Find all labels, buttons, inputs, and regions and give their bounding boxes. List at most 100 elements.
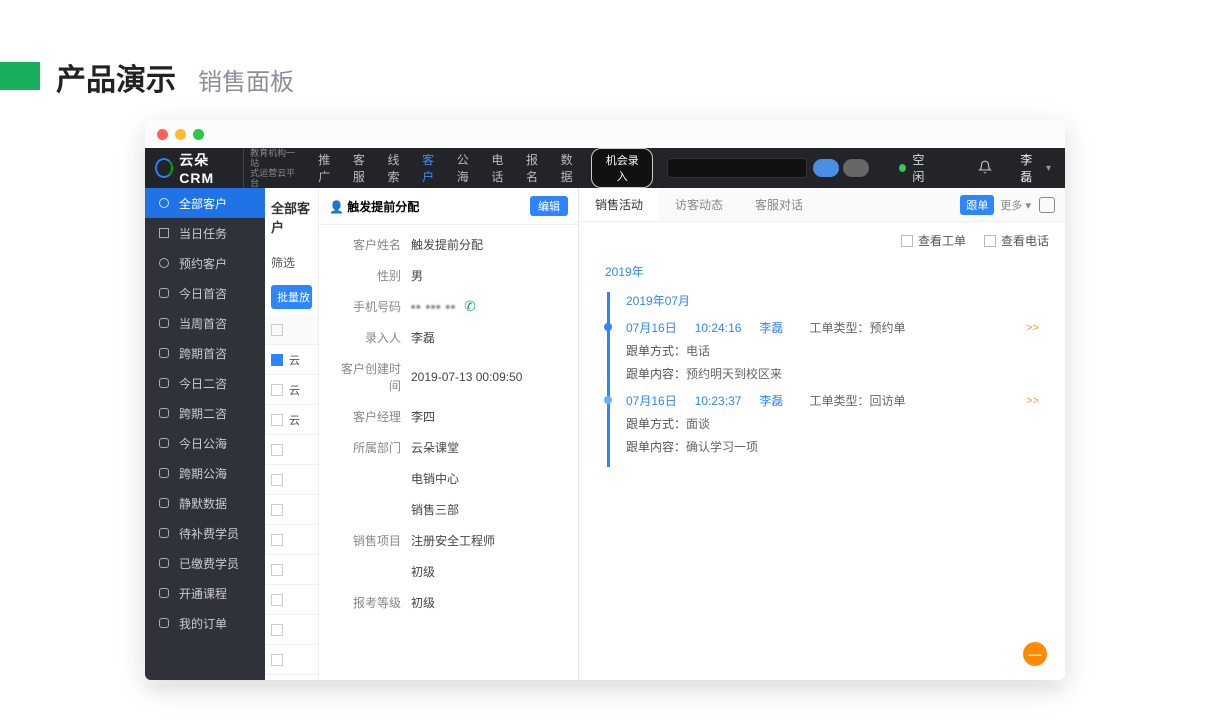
- window-maximize-icon[interactable]: [193, 129, 204, 140]
- list-item[interactable]: [265, 495, 318, 525]
- sidebar-item-open[interactable]: 开通课程: [145, 578, 265, 608]
- sidebar-item-orders[interactable]: 我的订单: [145, 608, 265, 638]
- tab-chat[interactable]: 客服对话: [739, 188, 819, 221]
- bell-icon[interactable]: [978, 160, 992, 177]
- entry-date: 07月16日: [626, 392, 677, 409]
- sidebar-item-cross-second[interactable]: 跨期二咨: [145, 398, 265, 428]
- logo-subtitle: 教育机构一站式运营云平台: [243, 148, 298, 188]
- sidebar-item-all[interactable]: 全部客户: [145, 188, 265, 218]
- sidebar-item-paid[interactable]: 已缴费学员: [145, 548, 265, 578]
- label-gender: 性别: [331, 267, 401, 284]
- window-reflection: [145, 684, 1065, 696]
- filter-calls[interactable]: 查看电话: [984, 232, 1049, 249]
- checkbox-icon: [984, 235, 996, 247]
- nav-leads[interactable]: 线索: [387, 151, 408, 185]
- tab-sales[interactable]: 销售活动: [579, 188, 659, 221]
- current-user[interactable]: 李磊: [1020, 151, 1042, 185]
- list-item[interactable]: [265, 555, 318, 585]
- call-dial-icon[interactable]: [813, 159, 839, 177]
- entry-expand[interactable]: >>: [1026, 322, 1039, 334]
- entry-user: 李磊: [759, 319, 783, 336]
- nav-phone[interactable]: 电话: [491, 151, 512, 185]
- nav-enroll[interactable]: 报名: [526, 151, 547, 185]
- app-body: 全部客户 当日任务 预约客户 今日首咨 当周首咨 跨期首咨 今日二咨 跨期二咨 …: [145, 188, 1065, 680]
- list-item[interactable]: [265, 435, 318, 465]
- list-item[interactable]: [265, 645, 318, 675]
- search-input[interactable]: [667, 158, 807, 178]
- nav-pool[interactable]: 公海: [457, 151, 478, 185]
- more-dropdown[interactable]: 更多 ▾: [1000, 197, 1031, 213]
- label-create: 客户创建时间: [331, 360, 401, 394]
- timeline-year: 2019年: [605, 259, 1039, 292]
- value-mgr: 李四: [411, 408, 435, 425]
- sidebar-item-today-second[interactable]: 今日二咨: [145, 368, 265, 398]
- list-item[interactable]: 云: [265, 345, 318, 375]
- value-gender: 男: [411, 267, 423, 284]
- sidebar-item-today-first[interactable]: 今日首咨: [145, 278, 265, 308]
- value-proj2: 初级: [411, 563, 435, 580]
- value-dept3: 销售三部: [411, 501, 459, 518]
- fab-button[interactable]: —: [1023, 642, 1047, 666]
- list-item[interactable]: 云: [265, 405, 318, 435]
- label-grade: 报考等级: [331, 594, 401, 611]
- app-logo[interactable]: 云朵CRM 教育机构一站式运营云平台: [155, 148, 308, 188]
- call-hangup-icon[interactable]: [843, 159, 869, 177]
- slide-header: 产品演示 销售面板: [0, 0, 1210, 120]
- label-dept: 所属部门: [331, 439, 401, 456]
- list-item[interactable]: [265, 465, 318, 495]
- timeline-month-group: 2019年07月 07月16日 10:24:16 李磊 工单类型：预约单 >> …: [607, 292, 1039, 467]
- phone-icon[interactable]: ✆: [464, 298, 476, 315]
- sidebar-item-appoint[interactable]: 预约客户: [145, 248, 265, 278]
- list-item[interactable]: [265, 615, 318, 645]
- nav-service[interactable]: 客服: [353, 151, 374, 185]
- label-entry: 录入人: [331, 329, 401, 346]
- chevron-down-icon[interactable]: ▾: [1046, 163, 1051, 174]
- detail-body: 客户姓名触发提前分配 性别男 手机号码•• ••• ••✆ 录入人李磊 客户创建…: [319, 225, 578, 680]
- person-icon: 👤: [329, 200, 344, 214]
- entry-date: 07月16日: [626, 319, 677, 336]
- customer-detail-panel: 👤 触发提前分配 编辑 客户姓名触发提前分配 性别男 手机号码•• ••• ••…: [319, 188, 579, 680]
- nav-customers[interactable]: 客户: [422, 151, 443, 185]
- filter-orders[interactable]: 查看工单: [901, 232, 966, 249]
- accent-block: [0, 62, 40, 90]
- sidebar-item-cross-pool[interactable]: 跨期公海: [145, 458, 265, 488]
- batch-release-button[interactable]: 批量放: [271, 285, 312, 309]
- edit-button[interactable]: 编辑: [530, 196, 568, 216]
- popout-icon[interactable]: [1039, 197, 1055, 213]
- nav-data[interactable]: 数据: [561, 151, 582, 185]
- entry-type: 工单类型：预约单: [809, 319, 905, 336]
- call-controls: [813, 159, 869, 177]
- customer-list: 全部客户 筛选 批量放 云 云 云: [265, 188, 319, 680]
- window-minimize-icon[interactable]: [175, 129, 186, 140]
- window-close-icon[interactable]: [157, 129, 168, 140]
- list-filter-label[interactable]: 筛选: [265, 246, 318, 279]
- slide-subtitle: 销售面板: [198, 62, 294, 97]
- sidebar-item-cross-first[interactable]: 跨期首咨: [145, 338, 265, 368]
- label-mgr: 客户经理: [331, 408, 401, 425]
- status-text[interactable]: 空闲: [912, 151, 934, 185]
- sidebar-item-today-pool[interactable]: 今日公海: [145, 428, 265, 458]
- sidebar-item-today-task[interactable]: 当日任务: [145, 218, 265, 248]
- list-item[interactable]: 云: [265, 375, 318, 405]
- record-opportunity-button[interactable]: 机会录入: [591, 148, 653, 188]
- tab-visitor[interactable]: 访客动态: [659, 188, 739, 221]
- entry-user: 李磊: [759, 392, 783, 409]
- value-phone: •• ••• ••✆: [411, 298, 476, 315]
- entry-content: 跟单内容：预约明天到校区来: [626, 359, 1039, 382]
- activity-panel: 销售活动 访客动态 客服对话 跟单 更多 ▾ 查看工单 查看电话 2019年 2…: [579, 188, 1065, 680]
- list-item[interactable]: [265, 525, 318, 555]
- entry-time: 10:24:16: [695, 321, 742, 335]
- sidebar: 全部客户 当日任务 预约客户 今日首咨 当周首咨 跨期首咨 今日二咨 跨期二咨 …: [145, 188, 265, 680]
- sidebar-item-week-first[interactable]: 当周首咨: [145, 308, 265, 338]
- list-item[interactable]: [265, 585, 318, 615]
- nav-promote[interactable]: 推广: [318, 151, 339, 185]
- sidebar-item-silent[interactable]: 静默数据: [145, 488, 265, 518]
- sidebar-item-topay[interactable]: 待补费学员: [145, 518, 265, 548]
- timeline-entry[interactable]: 07月16日 10:23:37 李磊 工单类型：回访单 >> 跟单方式：面谈 跟…: [607, 392, 1039, 455]
- value-grade: 初级: [411, 594, 435, 611]
- follow-tag-button[interactable]: 跟单: [960, 195, 994, 215]
- entry-expand[interactable]: >>: [1026, 395, 1039, 407]
- entry-method: 跟单方式：面谈: [626, 409, 1039, 432]
- window-titlebar: [145, 120, 1065, 148]
- timeline-entry[interactable]: 07月16日 10:24:16 李磊 工单类型：预约单 >> 跟单方式：电话 跟…: [607, 319, 1039, 382]
